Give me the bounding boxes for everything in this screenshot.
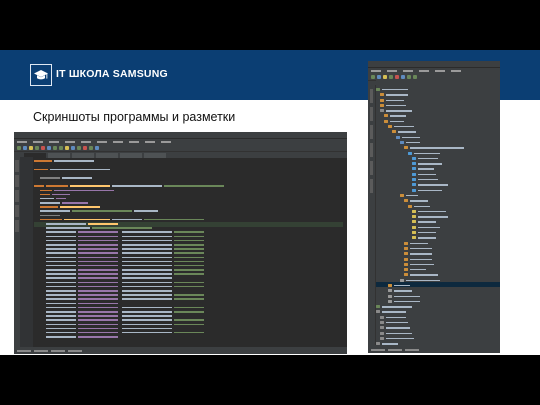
file-icon (380, 315, 384, 319)
file-icon (388, 283, 392, 287)
project-tree (376, 87, 498, 346)
toolbar (14, 144, 347, 152)
file-icon (380, 103, 384, 107)
file-icon (404, 257, 408, 261)
file-icon (412, 236, 416, 240)
file-icon (380, 98, 384, 102)
file-icon (384, 119, 388, 123)
file-icon (412, 183, 416, 187)
file-icon (412, 209, 416, 213)
file-icon (404, 146, 408, 150)
logo-icon (30, 64, 52, 86)
file-icon (404, 252, 408, 256)
window-titlebar (14, 132, 347, 139)
project-tree-screenshot (368, 61, 500, 353)
file-icon (404, 268, 408, 272)
file-icon (380, 93, 384, 97)
file-icon (412, 225, 416, 229)
file-icon (388, 289, 392, 293)
line-gutter (20, 157, 33, 347)
file-icon (408, 204, 412, 208)
file-icon (412, 172, 416, 176)
file-icon (380, 321, 384, 325)
file-icon (412, 231, 416, 235)
brand-title: IT ШКОЛА SAMSUNG (56, 68, 168, 80)
code-line (34, 335, 343, 339)
file-icon (376, 310, 380, 314)
tool-window-strip (368, 85, 376, 345)
file-icon (380, 326, 384, 330)
file-icon (412, 215, 416, 219)
file-icon (392, 130, 396, 134)
file-icon (380, 109, 384, 113)
file-icon (412, 167, 416, 171)
file-icon (400, 278, 404, 282)
file-icon (388, 125, 392, 129)
file-icon (408, 151, 412, 155)
slide: IT ШКОЛА SAMSUNG Скриншоты программы и р… (0, 0, 540, 405)
file-icon (380, 331, 384, 335)
window-titlebar (368, 61, 500, 68)
file-icon (412, 188, 416, 192)
status-bar (14, 347, 347, 354)
file-icon (380, 336, 384, 340)
file-icon (412, 162, 416, 166)
file-icon (396, 135, 400, 139)
file-icon (376, 342, 380, 346)
project-panel-header (376, 80, 500, 85)
file-icon (404, 246, 408, 250)
file-icon (388, 294, 392, 298)
file-icon (404, 273, 408, 277)
code-area (34, 159, 343, 346)
file-icon (376, 88, 380, 91)
file-icon (388, 299, 392, 303)
code-editor-screenshot (14, 132, 347, 354)
file-icon (412, 178, 416, 182)
status-bar (368, 346, 500, 353)
file-icon (412, 156, 416, 160)
file-icon (404, 199, 408, 203)
file-icon (404, 241, 408, 245)
file-icon (384, 114, 388, 118)
file-icon (400, 193, 404, 197)
file-icon (412, 220, 416, 224)
file-icon (400, 140, 404, 144)
file-icon (376, 305, 380, 309)
editor-tabs (14, 152, 347, 158)
file-icon (404, 262, 408, 266)
